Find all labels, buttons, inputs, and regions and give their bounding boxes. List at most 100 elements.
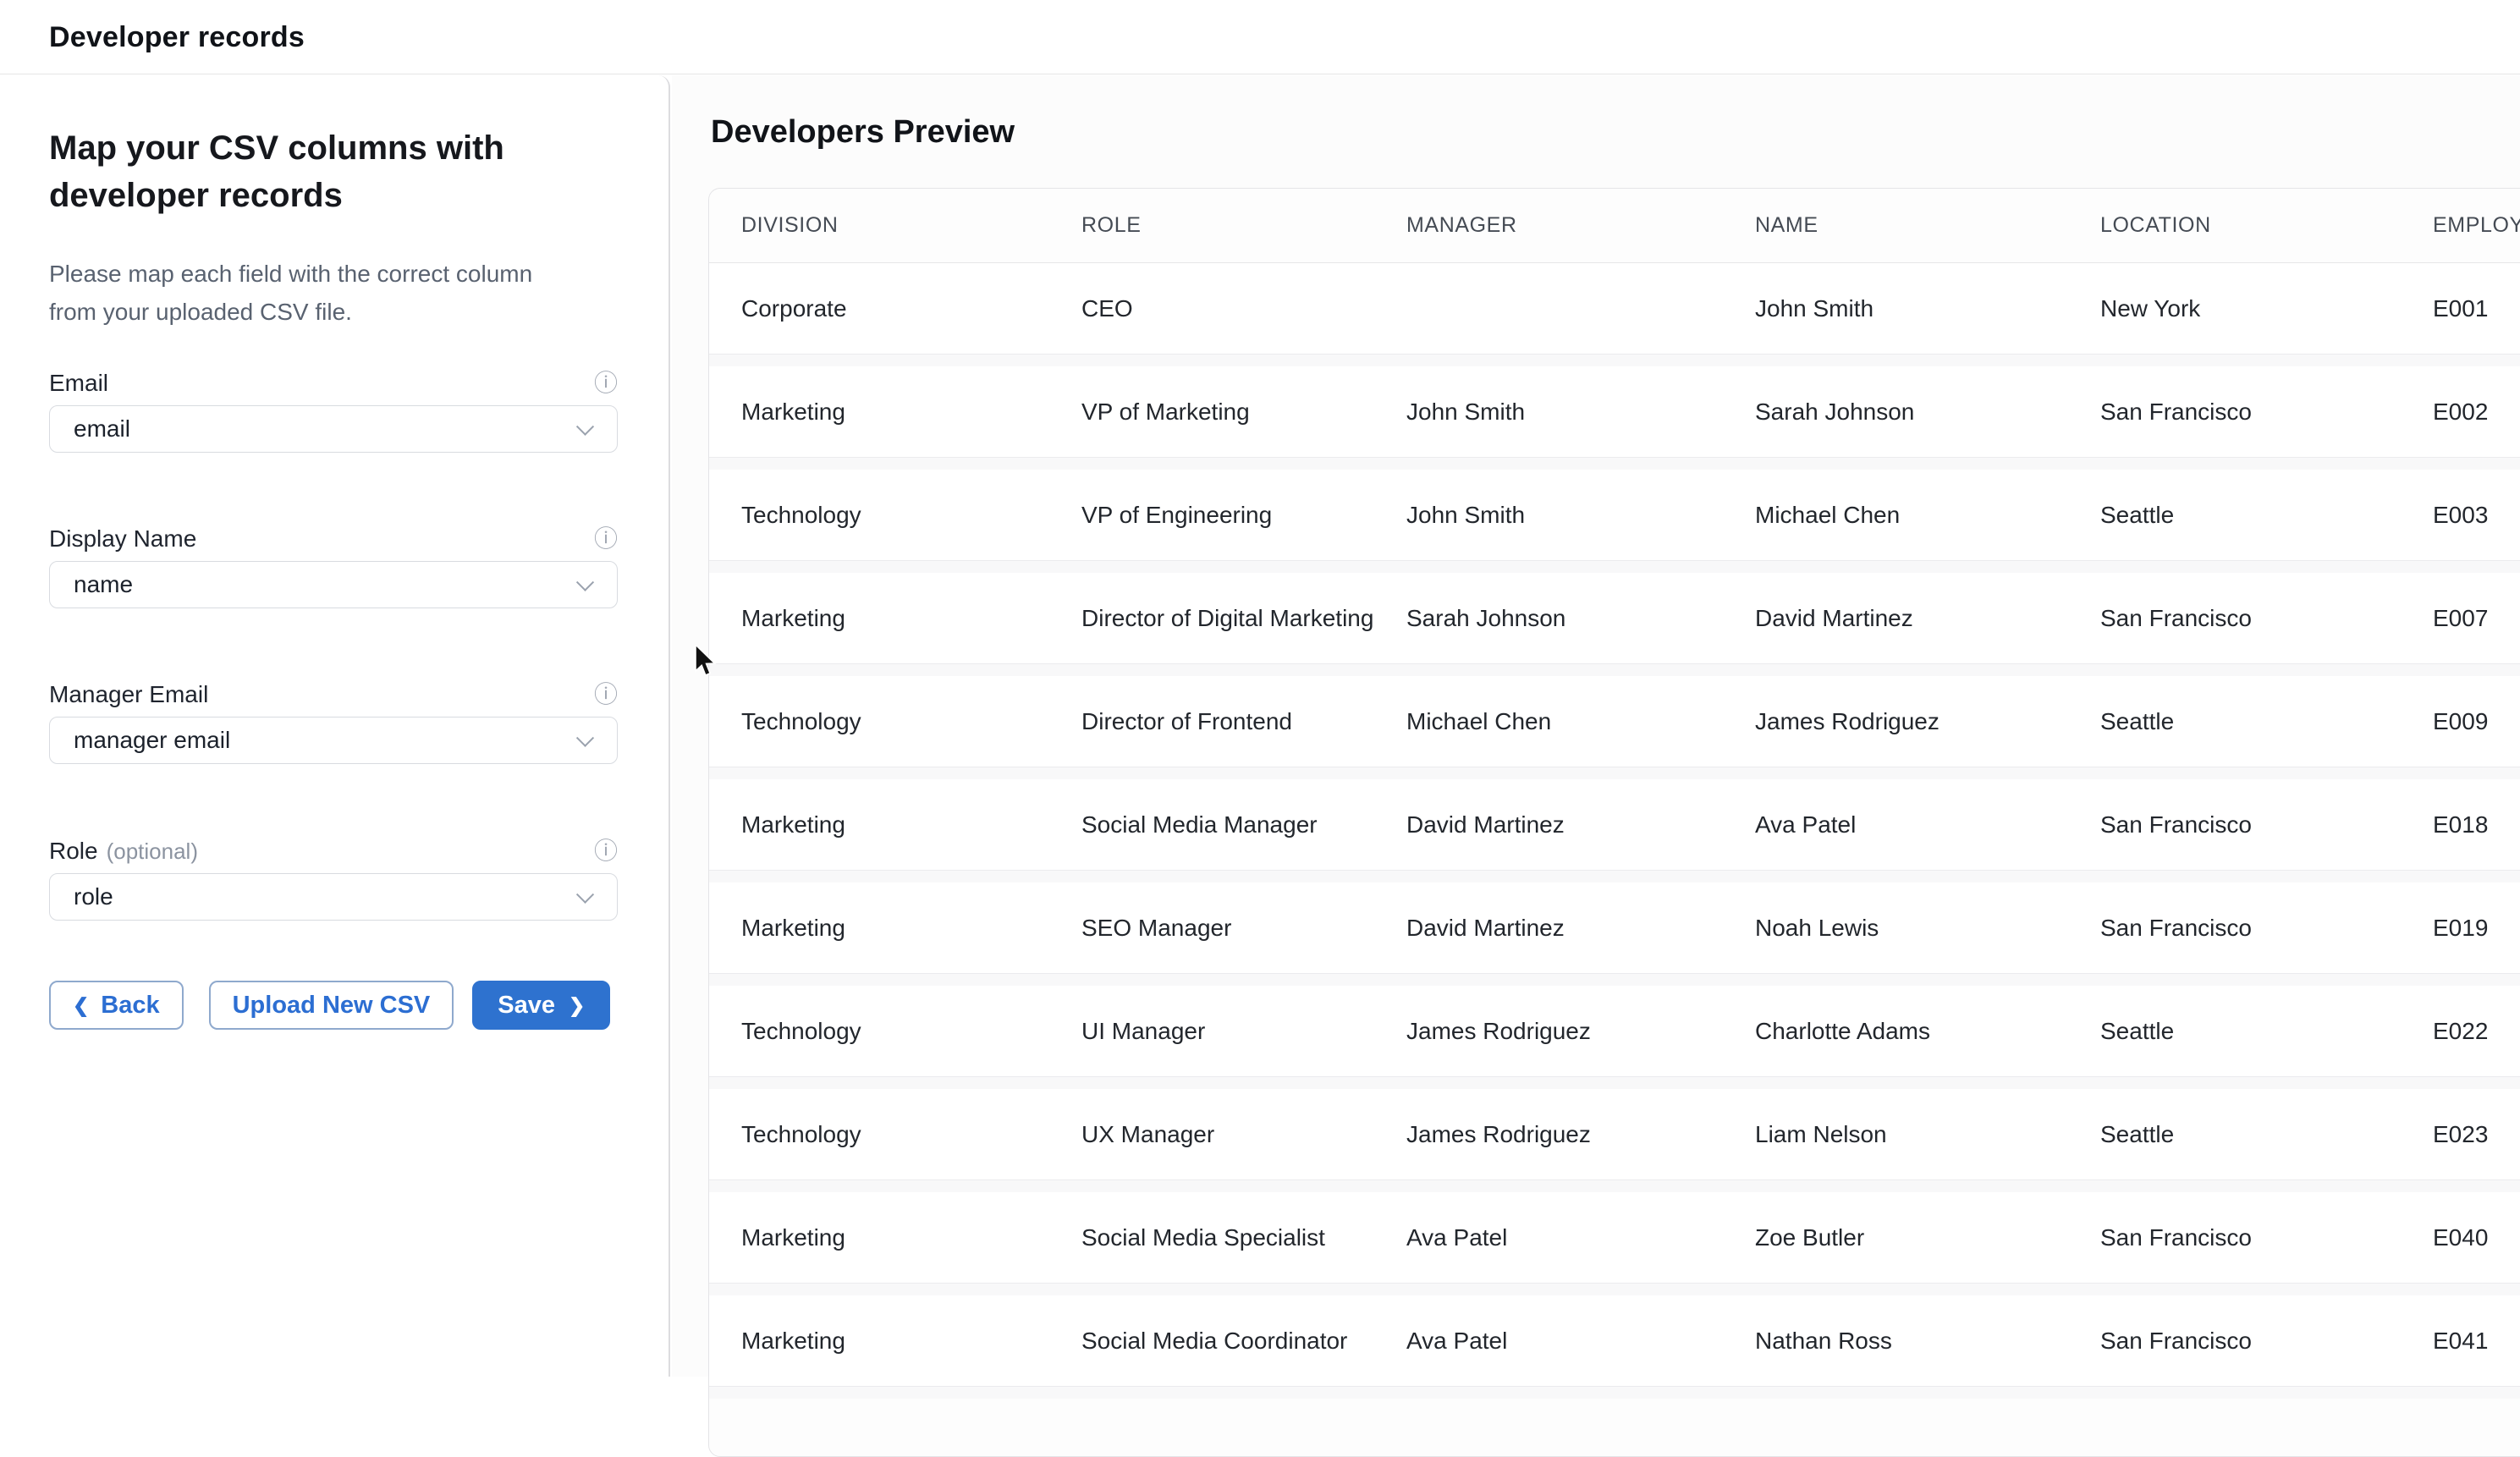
- info-icon: ⓘ: [594, 527, 618, 551]
- table-cell: Sarah Johnson: [1755, 399, 2100, 426]
- table-cell: Corporate: [741, 295, 1081, 322]
- table-row: TechnologyUX ManagerJames RodriguezLiam …: [709, 1089, 2520, 1179]
- row-separator: [709, 1179, 2520, 1192]
- table-cell: John Smith: [1406, 399, 1755, 426]
- csv-column-select[interactable]: email: [49, 405, 618, 453]
- table-cell: Sarah Johnson: [1406, 605, 1755, 632]
- table-cell: David Martinez: [1406, 915, 1755, 942]
- table-cell: David Martinez: [1406, 811, 1755, 838]
- table-cell: E023: [2433, 1121, 2520, 1148]
- table-cell: San Francisco: [2100, 915, 2433, 942]
- select-value: email: [74, 415, 130, 443]
- table-cell: E009: [2433, 708, 2520, 735]
- row-separator: [709, 973, 2520, 986]
- csv-column-select[interactable]: manager email: [49, 717, 618, 764]
- table-row: MarketingVP of MarketingJohn SmithSarah …: [709, 366, 2520, 457]
- preview-title: Developers Preview: [711, 114, 1015, 151]
- table-cell: CEO: [1081, 295, 1406, 322]
- column-header: ROLE: [1081, 213, 1406, 238]
- table-cell: UX Manager: [1081, 1121, 1406, 1148]
- table-row: TechnologyVP of EngineeringJohn SmithMic…: [709, 470, 2520, 560]
- table-cell: James Rodriguez: [1406, 1121, 1755, 1148]
- table-cell: VP of Engineering: [1081, 502, 1406, 529]
- field-label: Manager Email: [49, 681, 208, 708]
- table-cell: Seattle: [2100, 502, 2433, 529]
- field-label: Display Name: [49, 525, 196, 553]
- table-cell: E022: [2433, 1018, 2520, 1045]
- table-cell: E040: [2433, 1224, 2520, 1251]
- table-cell: John Smith: [1406, 502, 1755, 529]
- select-value: name: [74, 571, 133, 598]
- table-cell: Marketing: [741, 605, 1081, 632]
- column-header: NAME: [1755, 213, 2100, 238]
- table-row: MarketingSocial Media ManagerDavid Marti…: [709, 779, 2520, 870]
- csv-column-select[interactable]: name: [49, 561, 618, 608]
- row-separator: [709, 870, 2520, 882]
- field-label-row: Email ⓘ: [49, 368, 618, 399]
- row-separator: [709, 767, 2520, 779]
- column-header: LOCATION: [2100, 213, 2433, 238]
- row-separator: [709, 663, 2520, 676]
- row-separator: [709, 354, 2520, 366]
- table-cell: San Francisco: [2100, 811, 2433, 838]
- table-row: MarketingSocial Media CoordinatorAva Pat…: [709, 1295, 2520, 1386]
- upload-new-csv-button[interactable]: Upload New CSV: [209, 981, 454, 1030]
- field-label-row: Role (optional) ⓘ: [49, 836, 618, 866]
- info-icon: ⓘ: [594, 371, 618, 395]
- select-value: role: [74, 883, 113, 910]
- top-header-bar: Developer records: [0, 0, 2520, 74]
- column-header: MANAGER: [1406, 213, 1755, 238]
- row-separator: [709, 457, 2520, 470]
- field-optional-hint: (optional): [107, 838, 198, 865]
- mapping-actions-row: ❮ Back Upload New CSV Save ❯: [49, 981, 610, 1030]
- table-cell: Social Media Coordinator: [1081, 1328, 1406, 1355]
- table-cell: Seattle: [2100, 1018, 2433, 1045]
- table-header-row: DIVISIONROLEMANAGERNAMELOCATIONEMPLOYEE …: [709, 189, 2520, 263]
- csv-field-group: Manager Email ⓘ manager email: [49, 679, 618, 764]
- table-cell: John Smith: [1755, 295, 2100, 322]
- table-cell: Charlotte Adams: [1755, 1018, 2100, 1045]
- chevron-down-icon: [576, 886, 594, 904]
- table-cell: Seattle: [2100, 708, 2433, 735]
- table-cell: Director of Frontend: [1081, 708, 1406, 735]
- table-cell: E018: [2433, 811, 2520, 838]
- chevron-down-icon: [576, 729, 594, 747]
- table-cell: Technology: [741, 1018, 1081, 1045]
- developers-preview-section: Developers Preview DIVISIONROLEMANAGERNA…: [672, 75, 2520, 1377]
- table-cell: Noah Lewis: [1755, 915, 2100, 942]
- table-cell: New York: [2100, 295, 2433, 322]
- table-row: MarketingDirector of Digital MarketingSa…: [709, 573, 2520, 663]
- table-cell: Social Media Manager: [1081, 811, 1406, 838]
- back-button-label: Back: [101, 992, 159, 1020]
- table-cell: San Francisco: [2100, 605, 2433, 632]
- chevron-left-icon: ❮: [73, 996, 89, 1015]
- table-cell: E003: [2433, 502, 2520, 529]
- table-cell: San Francisco: [2100, 1224, 2433, 1251]
- field-label: Role: [49, 838, 98, 865]
- select-value: manager email: [74, 727, 230, 754]
- table-cell: Technology: [741, 1121, 1081, 1148]
- table-cell: Michael Chen: [1755, 502, 2100, 529]
- table-cell: San Francisco: [2100, 1328, 2433, 1355]
- table-cell: E007: [2433, 605, 2520, 632]
- back-button[interactable]: ❮ Back: [49, 981, 184, 1030]
- table-cell: SEO Manager: [1081, 915, 1406, 942]
- row-separator: [709, 1076, 2520, 1089]
- table-cell: E002: [2433, 399, 2520, 426]
- field-label: Email: [49, 370, 108, 397]
- table-cell: James Rodriguez: [1406, 1018, 1755, 1045]
- page-title: Developer records: [49, 0, 305, 74]
- save-button[interactable]: Save ❯: [472, 981, 610, 1030]
- csv-column-select[interactable]: role: [49, 873, 618, 921]
- upload-button-label: Upload New CSV: [233, 992, 431, 1020]
- row-separator: [709, 1386, 2520, 1399]
- column-header: DIVISION: [741, 213, 1081, 238]
- table-cell: Marketing: [741, 399, 1081, 426]
- table-row: MarketingSocial Media SpecialistAva Pate…: [709, 1192, 2520, 1283]
- csv-field-group: Role (optional) ⓘ role: [49, 836, 618, 921]
- table-cell: E041: [2433, 1328, 2520, 1355]
- table-cell: Technology: [741, 708, 1081, 735]
- table-cell: E019: [2433, 915, 2520, 942]
- table-cell: Social Media Specialist: [1081, 1224, 1406, 1251]
- table-cell: Marketing: [741, 1328, 1081, 1355]
